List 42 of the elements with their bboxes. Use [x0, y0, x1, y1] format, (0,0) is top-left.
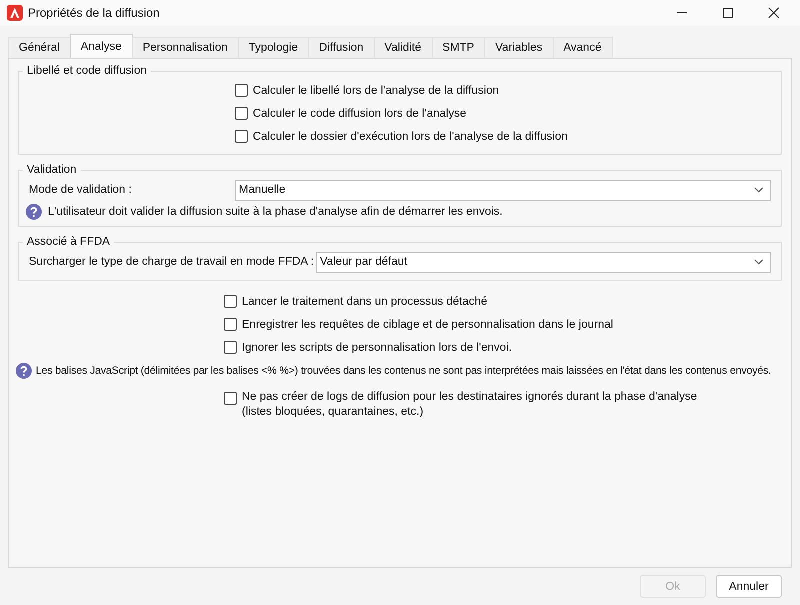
- tab[interactable]: Diffusion: [308, 37, 375, 58]
- close-icon[interactable]: [768, 7, 780, 19]
- app-logo-icon: [7, 5, 23, 21]
- checkbox[interactable]: [224, 341, 237, 354]
- checkbox-label: Calculer le code diffusion lors de l'analyse: [253, 108, 467, 120]
- field-label: Mode de validation :: [29, 184, 133, 196]
- tab[interactable]: Variables: [484, 37, 554, 58]
- checkbox[interactable]: [235, 84, 248, 97]
- tab[interactable]: Personnalisation: [132, 37, 239, 58]
- tab[interactable]: Général: [8, 37, 71, 58]
- dialog-button[interactable]: Annuler: [716, 575, 782, 598]
- checkbox-note: (listes bloquées, quarantaines, etc.): [242, 406, 425, 418]
- help-icon: [16, 363, 32, 379]
- group-title: Associé à FFDA: [26, 236, 112, 248]
- checkbox[interactable]: [224, 318, 237, 331]
- checkbox-label: Enregistrer les requêtes de ciblage et de personnalisation dans le journal: [242, 318, 614, 330]
- info-text: L'utilisateur doit valider la diffusion suite à la phase d'analyse afin de démarrer les envois.: [48, 206, 503, 218]
- checkbox[interactable]: [224, 392, 237, 405]
- group-title: Libellé et code diffusion: [26, 65, 148, 77]
- dropdown[interactable]: Valeur par défaut: [316, 252, 771, 272]
- field-label: Surcharger le type de charge de travail en mode FFDA :: [29, 256, 314, 268]
- info-text: Les balises JavaScript (délimitées par les balises <% %>) trouvées dans les contenus ne sont pas interprétées mais laissées en l'état dans les contenus envoyés.: [36, 365, 772, 377]
- checkbox-label: Lancer le traitement dans un processus détaché: [242, 296, 488, 308]
- checkbox-label: Ne pas créer de logs de diffusion pour les destinataires ignorés durant la phase d'analyse: [242, 391, 698, 403]
- help-icon: [26, 204, 42, 220]
- tab[interactable]: Typologie: [238, 37, 310, 58]
- checkbox[interactable]: [235, 107, 248, 120]
- checkbox-label: Ignorer les scripts de personnalisation lors de l'envoi.: [242, 342, 512, 354]
- tab[interactable]: Validité: [374, 37, 433, 58]
- checkbox[interactable]: [235, 130, 248, 143]
- dropdown[interactable]: Manuelle: [235, 180, 771, 200]
- maximize-icon[interactable]: [722, 7, 734, 19]
- checkbox[interactable]: [224, 295, 237, 308]
- checkbox-label: Calculer le dossier d'exécution lors de l'analyse de la diffusion: [253, 130, 568, 142]
- group-title: Validation: [26, 164, 78, 176]
- tab[interactable]: Avancé: [552, 37, 613, 58]
- chevron-down-icon: [754, 259, 764, 265]
- chevron-down-icon: [754, 187, 764, 193]
- checkbox-label: Calculer le libellé lors de l'analyse de la diffusion: [253, 84, 500, 96]
- tab[interactable]: SMTP: [432, 37, 486, 58]
- tab[interactable]: Analyse: [70, 34, 133, 58]
- window-title: Propriétés de la diffusion: [28, 6, 161, 20]
